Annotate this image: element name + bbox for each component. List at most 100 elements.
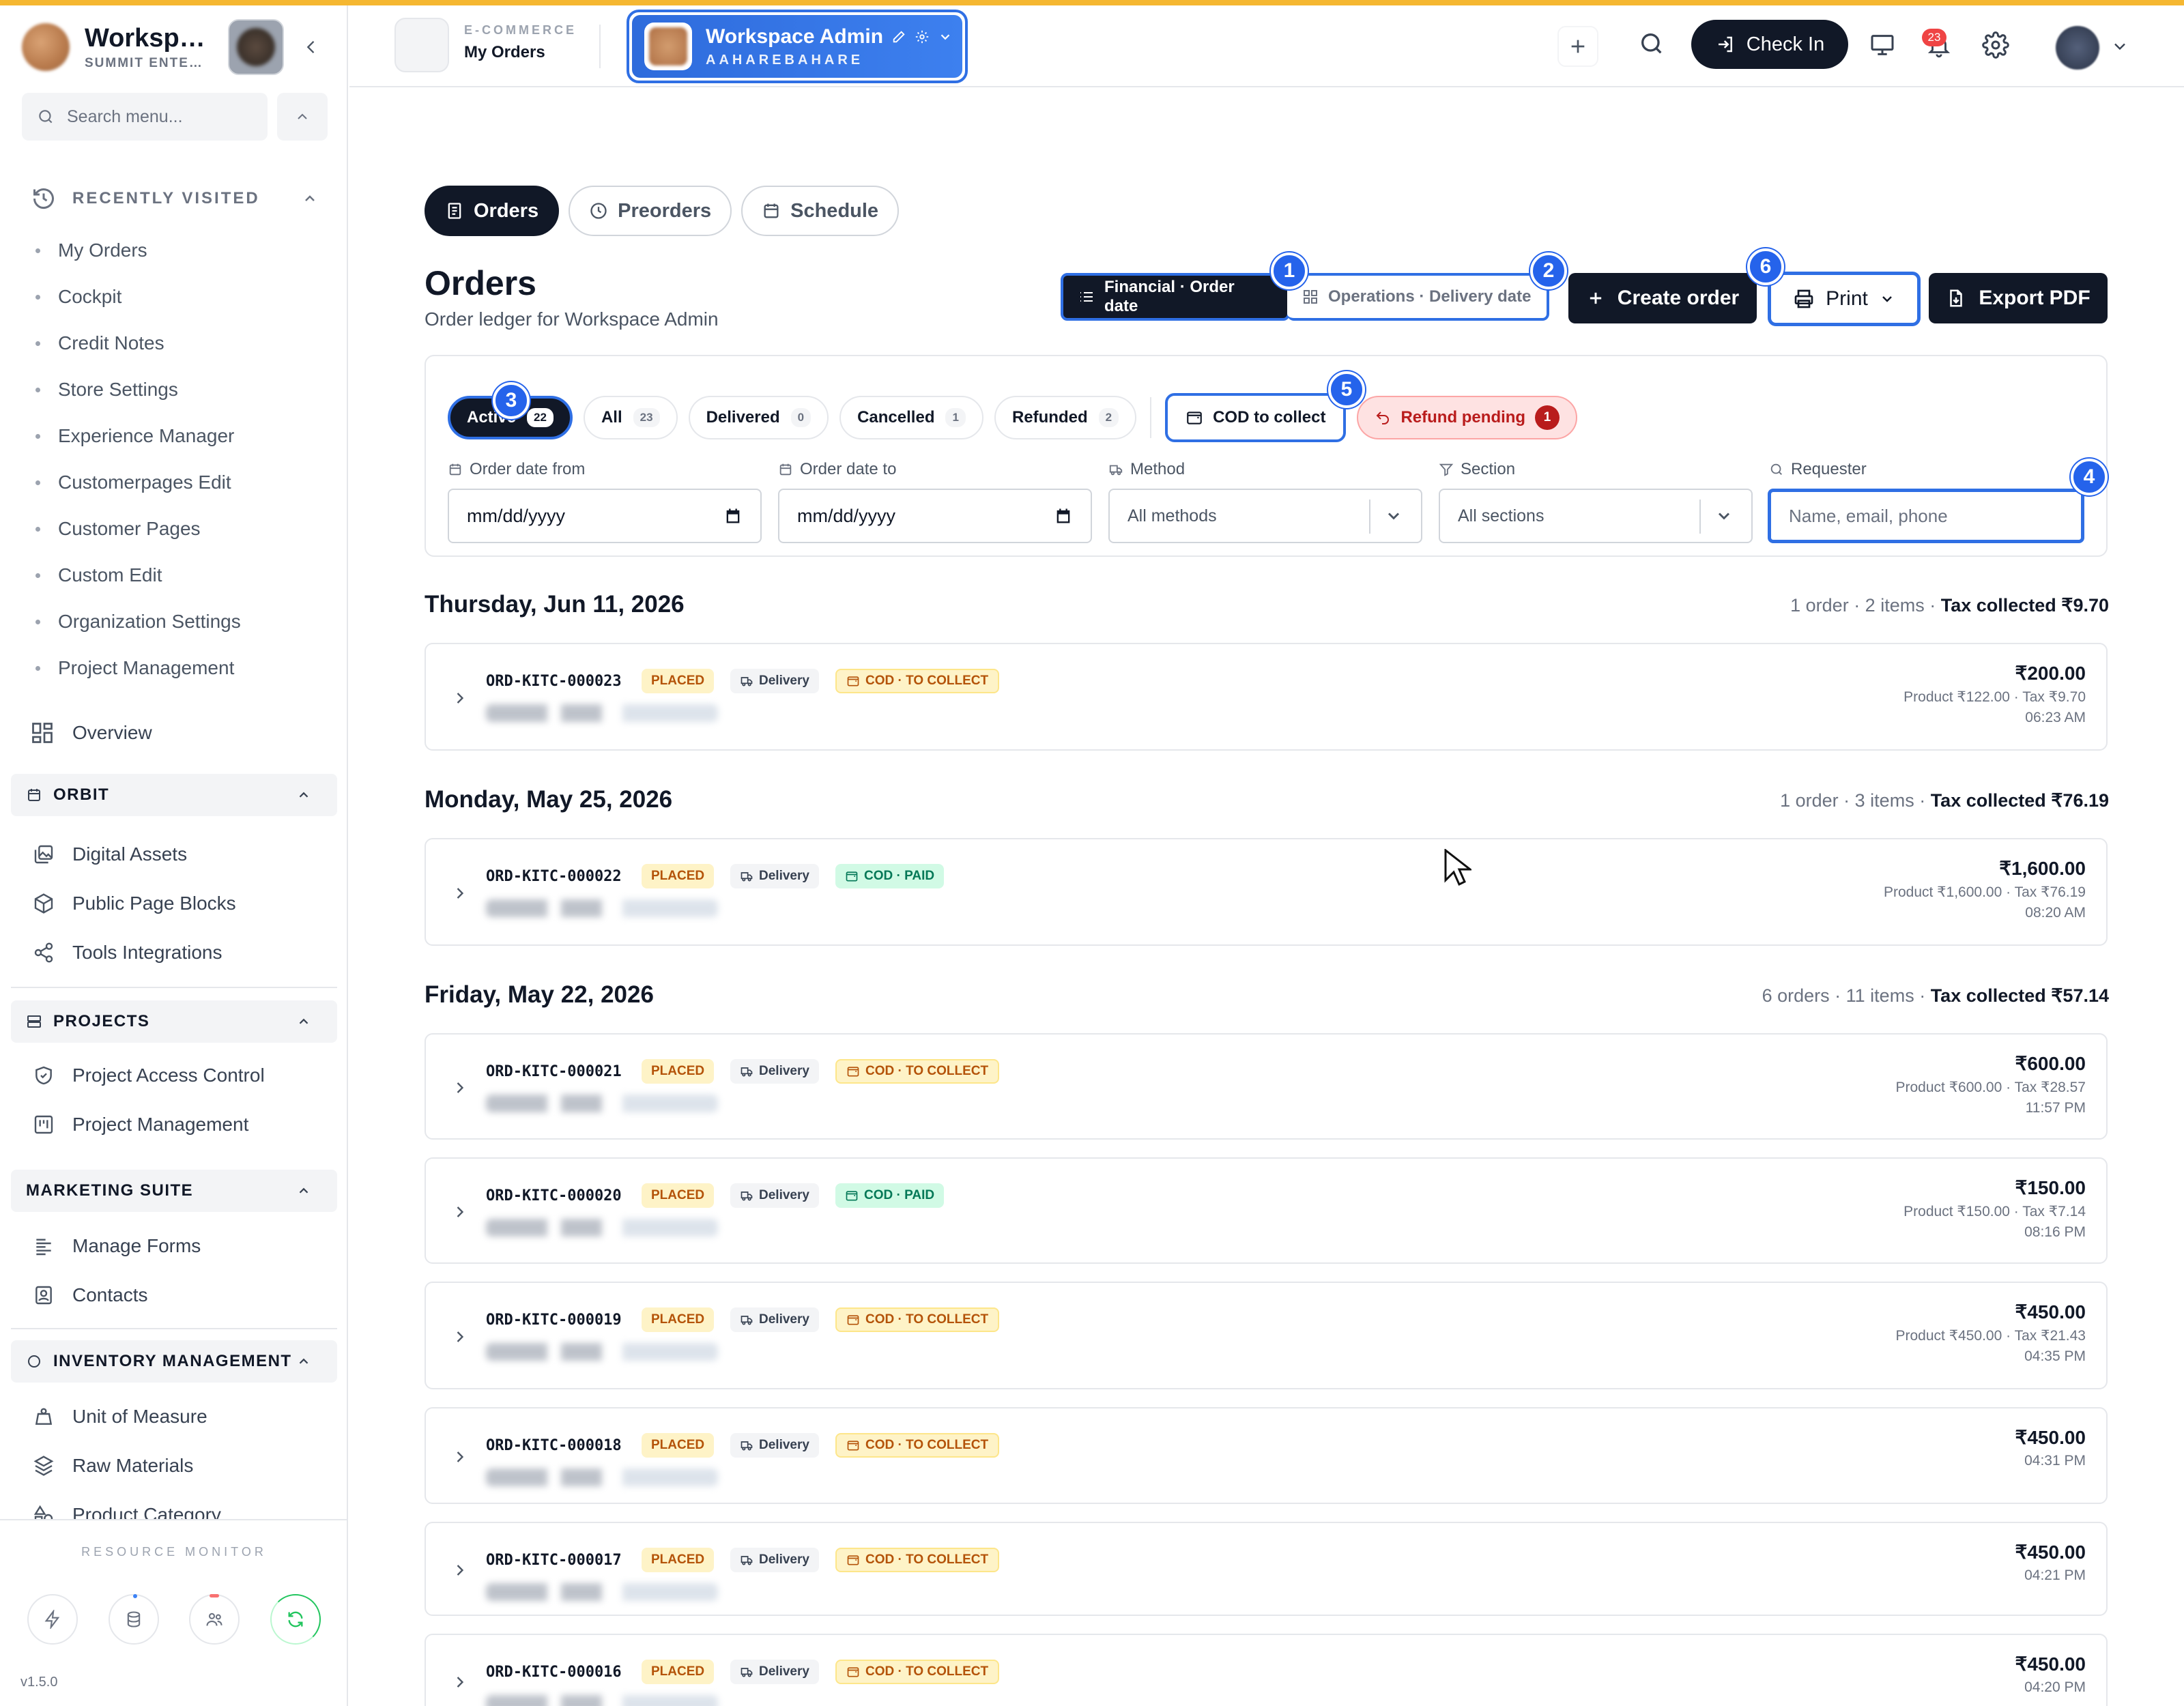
workspace-switcher[interactable]: Workspace Admin AAHAREBAHARE [627, 10, 968, 83]
sidebar-search-input[interactable]: Search menu... [22, 93, 268, 141]
sidebar-item-overview[interactable]: Overview [29, 721, 152, 745]
chevron-right-icon[interactable] [450, 689, 470, 708]
login-icon [1715, 34, 1736, 55]
recent-item[interactable]: Customerpages Edit [35, 459, 322, 506]
delivery-method-badge: Delivery [730, 1548, 819, 1572]
search-icon[interactable] [1638, 30, 1665, 57]
sidebar-item-contacts[interactable]: Contacts [31, 1284, 148, 1306]
recent-item[interactable]: Cockpit [35, 274, 322, 320]
check-in-button[interactable]: Check In [1691, 20, 1848, 69]
order-row[interactable]: ORD-KITC-000019 PLACED Delivery COD · TO CO… [425, 1282, 2108, 1389]
chevron-right-icon[interactable] [450, 1078, 470, 1097]
order-amount-block: ₹450.00 04:20 PM [2015, 1653, 2086, 1696]
calendar-icon[interactable] [1054, 506, 1073, 525]
chevron-down-icon [1714, 506, 1734, 525]
gear-icon[interactable] [915, 29, 930, 44]
cod-to-collect-filter[interactable]: COD to collect [1165, 393, 1347, 442]
contact-card-icon [31, 1284, 56, 1306]
operations-view-button[interactable]: Operations · Delivery date [1287, 273, 1549, 321]
method-select[interactable]: All methods [1108, 489, 1422, 543]
user-avatar[interactable] [228, 19, 284, 75]
status-badge: PLACED [642, 669, 715, 693]
recent-item[interactable]: Organization Settings [35, 598, 322, 645]
delivery-method-badge: Delivery [730, 1433, 819, 1458]
recent-item[interactable]: Project Management [35, 645, 322, 691]
chevron-right-icon[interactable] [450, 1327, 470, 1346]
sync-button[interactable] [270, 1594, 321, 1645]
user-avatar[interactable] [2056, 26, 2099, 70]
section-marketing-suite[interactable]: MARKETING SUITE [11, 1170, 337, 1212]
sidebar-item-unit-of-measure[interactable]: Unit of Measure [31, 1406, 207, 1428]
recent-item[interactable]: Experience Manager [35, 413, 322, 459]
refund-pending-filter[interactable]: Refund pending 1 [1357, 396, 1578, 439]
chevron-right-icon[interactable] [450, 1447, 470, 1466]
monitor-icon[interactable] [1869, 31, 1896, 59]
recent-item[interactable]: My Orders [35, 227, 322, 274]
sidebar-item-project-access-control[interactable]: Project Access Control [31, 1065, 265, 1086]
order-row[interactable]: ORD-KITC-000016 PLACED Delivery COD · TO CO… [425, 1634, 2108, 1706]
tour-step-badge[interactable]: 4 [2071, 459, 2108, 495]
performance-button[interactable] [27, 1594, 78, 1645]
date-to-input[interactable]: mm/dd/yyyy [778, 489, 1092, 543]
sidebar-item-digital-assets[interactable]: Digital Assets [31, 843, 187, 865]
collapse-all-button[interactable] [277, 93, 328, 141]
tour-step-badge[interactable]: 6 [1747, 248, 1784, 285]
tab-preorders[interactable]: Preorders [569, 186, 732, 236]
sidebar-item-public-page-blocks[interactable]: Public Page Blocks [31, 893, 236, 914]
sidebar-item-tools-integrations[interactable]: Tools Integrations [31, 942, 222, 964]
collapse-sidebar-icon[interactable] [298, 33, 325, 61]
financial-view-button[interactable]: Financial · Order date [1061, 273, 1290, 321]
date-from-input[interactable]: mm/dd/yyyy [448, 489, 762, 543]
recent-item-label: Organization Settings [58, 611, 241, 632]
database-button[interactable] [108, 1594, 159, 1645]
order-row[interactable]: ORD-KITC-000022 PLACED Delivery COD · PAID ₹… [425, 838, 2108, 946]
wallet-icon [846, 1438, 860, 1452]
recent-item[interactable]: Custom Edit [35, 552, 322, 598]
chevron-right-icon[interactable] [450, 1202, 470, 1221]
create-order-button[interactable]: Create order [1568, 273, 1757, 323]
chevron-right-icon[interactable] [450, 884, 470, 903]
plus-icon[interactable] [1557, 26, 1598, 67]
recent-item[interactable]: Customer Pages [35, 506, 322, 552]
order-id: ORD-KITC-000021 [486, 1063, 622, 1080]
print-button[interactable]: Print [1768, 272, 1921, 326]
order-row[interactable]: ORD-KITC-000023 PLACED Delivery COD · TO CO… [425, 643, 2108, 751]
order-row[interactable]: ORD-KITC-000020 PLACED Delivery COD · PAID ₹… [425, 1157, 2108, 1264]
order-time: 11:57 PM [2025, 1100, 2086, 1116]
workspace-header[interactable]: Worksp… SUMMIT ENTE… [22, 19, 336, 75]
chip-all[interactable]: All 23 [583, 396, 678, 439]
edit-icon[interactable] [891, 29, 906, 44]
tour-step-badge[interactable]: 1 [1271, 252, 1308, 289]
export-pdf-button[interactable]: Export PDF [1929, 273, 2108, 323]
recent-item[interactable]: Store Settings [35, 366, 322, 413]
truck-icon [740, 1438, 753, 1452]
order-row[interactable]: ORD-KITC-000018 PLACED Delivery COD · TO CO… [425, 1407, 2108, 1504]
section-inventory-management[interactable]: INVENTORY MANAGEMENT [11, 1340, 337, 1383]
section-select[interactable]: All sections [1439, 489, 1753, 543]
chip-cancelled[interactable]: Cancelled 1 [839, 396, 983, 439]
chip-refunded[interactable]: Refunded 2 [994, 396, 1137, 439]
sidebar-item-manage-forms[interactable]: Manage Forms [31, 1235, 201, 1257]
requester-input[interactable]: Name, email, phone [1768, 489, 2084, 543]
tour-step-badge[interactable]: 3 [493, 382, 530, 419]
section-projects[interactable]: PROJECTS [11, 1000, 337, 1043]
chip-delivered[interactable]: Delivered 0 [688, 396, 829, 439]
chevron-down-icon[interactable] [2110, 37, 2129, 56]
recent-item[interactable]: Credit Notes [35, 320, 322, 366]
tour-step-badge[interactable]: 2 [1530, 252, 1567, 289]
tab-schedule[interactable]: Schedule [741, 186, 900, 236]
section-orbit[interactable]: ORBIT [11, 774, 337, 816]
chevron-down-icon[interactable] [938, 29, 953, 44]
recently-visited-header[interactable]: RECENTLY VISITED [31, 182, 318, 216]
order-row[interactable]: ORD-KITC-000017 PLACED Delivery COD · TO CO… [425, 1522, 2108, 1616]
order-row[interactable]: ORD-KITC-000021 PLACED Delivery COD · TO CO… [425, 1033, 2108, 1140]
sidebar-item-raw-materials[interactable]: Raw Materials [31, 1455, 193, 1477]
sidebar-item-project-management[interactable]: Project Management [31, 1114, 248, 1136]
users-button[interactable] [189, 1594, 240, 1645]
tour-step-badge[interactable]: 5 [1328, 371, 1365, 408]
settings-icon[interactable] [1982, 31, 2009, 59]
chevron-right-icon[interactable] [450, 1673, 470, 1692]
tab-orders[interactable]: Orders [425, 186, 560, 236]
calendar-icon[interactable] [723, 506, 743, 525]
chevron-right-icon[interactable] [450, 1561, 470, 1580]
